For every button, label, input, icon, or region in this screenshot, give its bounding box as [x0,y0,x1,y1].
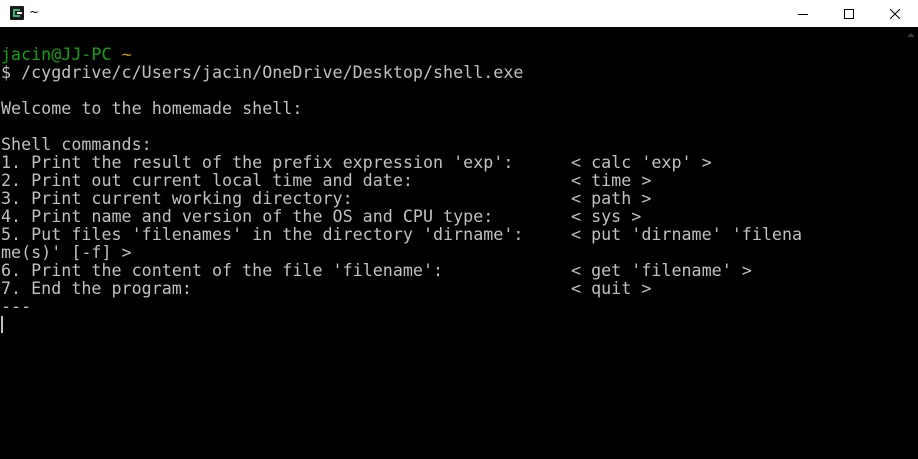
command-desc: 7. End the program: [1,278,192,298]
command-line: $ /cygdrive/c/Users/jacin/OneDrive/Deskt… [1,62,524,82]
command-syntax: < get 'filename' > [571,260,752,280]
command-syntax: < put 'dirname' 'filena [571,224,803,244]
command-desc: 1. Print the result of the prefix expres… [1,152,514,172]
separator-line: --- [1,296,32,316]
vertical-scrollbar[interactable] [903,27,918,459]
cygwin-icon [9,5,25,21]
maximize-button[interactable] [826,0,872,27]
command-desc: 3. Print current working directory: [1,188,353,208]
commands-header: Shell commands: [1,134,152,154]
command-syntax: < quit > [571,278,652,298]
command-desc: 5. Put files 'filenames' in the director… [1,224,524,244]
minimize-icon [798,4,808,23]
welcome-line: Welcome to the homemade shell: [1,98,303,118]
command-syntax: < path > [571,188,652,208]
window-title: ~ [29,5,40,19]
prompt-user: jacin@JJ-PC [1,44,112,64]
terminal-window: ~ jacin@JJ-PC ~ $ /cygdrive/c/Users/jaci… [0,0,918,459]
maximize-icon [844,4,854,23]
command-syntax: < time > [571,170,652,190]
close-icon [889,4,901,23]
command-syntax: < calc 'exp' > [571,152,712,172]
text-cursor [1,316,3,333]
command-desc: 4. Print name and version of the OS and … [1,206,494,226]
command-syntax: < sys > [571,206,642,226]
wrap-continuation: me(s)' [-f] > [1,242,132,262]
command-desc: 2. Print out current local time and date… [1,170,413,190]
prompt-path: ~ [121,44,132,64]
command-desc: 6. Print the content of the file 'filena… [1,260,444,280]
minimize-button[interactable] [780,0,826,27]
scroll-up-icon[interactable] [907,33,915,37]
title-bar[interactable]: ~ [0,0,918,27]
prompt-line: jacin@JJ-PC ~ [1,45,132,63]
close-button[interactable] [872,0,918,27]
